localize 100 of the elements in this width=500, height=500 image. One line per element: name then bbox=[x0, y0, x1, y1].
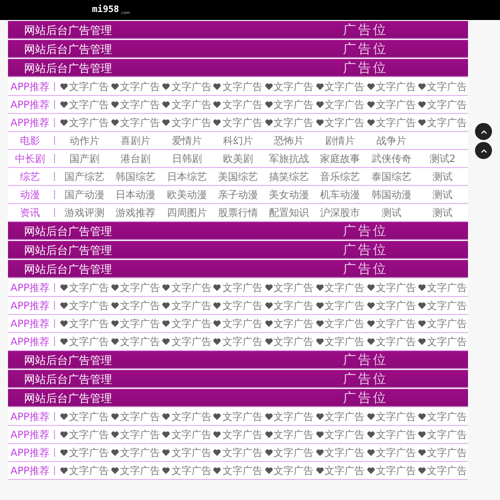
text-ad-link[interactable]: 文字广告 bbox=[366, 280, 417, 294]
text-ad-link[interactable]: 文字广告 bbox=[212, 464, 264, 478]
text-ad-link[interactable]: 文字广告 bbox=[264, 280, 315, 294]
text-ad-link[interactable]: 文字广告 bbox=[366, 334, 417, 348]
category-link[interactable]: 科幻片 bbox=[212, 134, 264, 148]
ad-banner[interactable]: 网站后台广告管理 广告位 bbox=[8, 370, 468, 388]
text-ad-link[interactable]: 文字广告 bbox=[314, 334, 366, 348]
category-link[interactable]: 音乐综艺 bbox=[314, 170, 366, 184]
category-link[interactable]: 美女动漫 bbox=[264, 188, 315, 202]
text-ad-link[interactable]: 文字广告 bbox=[212, 316, 264, 330]
text-ad-link[interactable]: 文字广告 bbox=[264, 464, 315, 478]
ad-banner[interactable]: 网站后台广告管理 广告位 bbox=[8, 59, 468, 77]
text-ad-link[interactable]: 文字广告 bbox=[161, 410, 212, 424]
text-ad-link[interactable]: 文字广告 bbox=[161, 316, 212, 330]
text-ad-link[interactable]: 文字广告 bbox=[314, 116, 366, 130]
text-ad-link[interactable]: 文字广告 bbox=[110, 80, 162, 94]
category-link[interactable]: 亲子动漫 bbox=[212, 188, 264, 202]
category-link[interactable]: 欧美动漫 bbox=[161, 188, 212, 202]
text-ad-link[interactable]: 文字广告 bbox=[416, 98, 468, 112]
text-ad-link[interactable]: 文字广告 bbox=[161, 280, 212, 294]
text-ad-link[interactable]: 文字广告 bbox=[314, 80, 366, 94]
category-link[interactable]: 测试 bbox=[416, 170, 468, 184]
category-link[interactable]: 四周图片 bbox=[161, 206, 212, 220]
category-link[interactable]: 武侠传奇 bbox=[366, 152, 417, 166]
text-ad-link[interactable]: 文字广告 bbox=[416, 298, 468, 312]
text-ad-link[interactable]: 文字广告 bbox=[264, 334, 315, 348]
text-ad-link[interactable]: 文字广告 bbox=[416, 410, 468, 424]
text-ad-link[interactable]: 文字广告 bbox=[366, 410, 417, 424]
text-ad-link[interactable]: 文字广告 bbox=[110, 280, 162, 294]
category-link[interactable]: 动作片 bbox=[59, 134, 110, 148]
category-link[interactable]: 测试2 bbox=[416, 152, 468, 166]
text-ad-link[interactable]: 文字广告 bbox=[366, 116, 417, 130]
category-link[interactable]: 韩国动漫 bbox=[366, 188, 417, 202]
text-ad-link[interactable]: 文字广告 bbox=[59, 98, 110, 112]
text-ad-link[interactable]: 文字广告 bbox=[314, 316, 366, 330]
category-link[interactable]: 游戏评测 bbox=[59, 206, 110, 220]
text-ad-link[interactable]: 文字广告 bbox=[416, 116, 468, 130]
text-ad-link[interactable]: 文字广告 bbox=[366, 98, 417, 112]
category-link[interactable]: 喜剧片 bbox=[110, 134, 162, 148]
category-link[interactable]: 股票行情 bbox=[212, 206, 264, 220]
text-ad-link[interactable]: 文字广告 bbox=[264, 98, 315, 112]
category-link[interactable]: 日韩剧 bbox=[161, 152, 212, 166]
text-ad-link[interactable]: 文字广告 bbox=[416, 464, 468, 478]
text-ad-link[interactable]: 文字广告 bbox=[314, 410, 366, 424]
text-ad-link[interactable]: 文字广告 bbox=[416, 428, 468, 442]
category-link[interactable]: 战争片 bbox=[366, 134, 417, 148]
text-ad-link[interactable]: 文字广告 bbox=[212, 410, 264, 424]
text-ad-link[interactable]: 文字广告 bbox=[416, 316, 468, 330]
category-link[interactable]: 配置知识 bbox=[264, 206, 315, 220]
category-link[interactable]: 搞笑综艺 bbox=[264, 170, 315, 184]
text-ad-link[interactable]: 文字广告 bbox=[212, 446, 264, 460]
text-ad-link[interactable]: 文字广告 bbox=[110, 298, 162, 312]
text-ad-link[interactable]: 文字广告 bbox=[416, 80, 468, 94]
text-ad-link[interactable]: 文字广告 bbox=[264, 410, 315, 424]
category-link[interactable]: 恐怖片 bbox=[264, 134, 315, 148]
text-ad-link[interactable]: 文字广告 bbox=[110, 334, 162, 348]
text-ad-link[interactable]: 文字广告 bbox=[366, 446, 417, 460]
text-ad-link[interactable]: 文字广告 bbox=[110, 446, 162, 460]
ad-banner[interactable]: 网站后台广告管理 广告位 bbox=[8, 260, 468, 278]
category-link[interactable]: 游戏推荐 bbox=[110, 206, 162, 220]
text-ad-link[interactable]: 文字广告 bbox=[264, 80, 315, 94]
text-ad-link[interactable]: 文字广告 bbox=[416, 446, 468, 460]
text-ad-link[interactable]: 文字广告 bbox=[59, 316, 110, 330]
category-link[interactable]: 国产综艺 bbox=[59, 170, 110, 184]
text-ad-link[interactable]: 文字广告 bbox=[161, 98, 212, 112]
category-link[interactable]: 国产剧 bbox=[59, 152, 110, 166]
category-link[interactable]: 港台剧 bbox=[110, 152, 162, 166]
category-link[interactable]: 测试 bbox=[366, 206, 417, 220]
text-ad-link[interactable]: 文字广告 bbox=[416, 280, 468, 294]
text-ad-link[interactable]: 文字广告 bbox=[110, 316, 162, 330]
text-ad-link[interactable]: 文字广告 bbox=[366, 298, 417, 312]
text-ad-link[interactable]: 文字广告 bbox=[161, 80, 212, 94]
text-ad-link[interactable]: 文字广告 bbox=[212, 334, 264, 348]
text-ad-link[interactable]: 文字广告 bbox=[110, 464, 162, 478]
text-ad-link[interactable]: 文字广告 bbox=[59, 280, 110, 294]
ad-banner[interactable]: 网站后台广告管理 广告位 bbox=[8, 222, 468, 240]
text-ad-link[interactable]: 文字广告 bbox=[212, 280, 264, 294]
category-link[interactable]: 沪深股市 bbox=[314, 206, 366, 220]
text-ad-link[interactable]: 文字广告 bbox=[59, 334, 110, 348]
category-link[interactable]: 测试 bbox=[416, 206, 468, 220]
text-ad-link[interactable]: 文字广告 bbox=[161, 334, 212, 348]
logo-text[interactable]: mi958 bbox=[92, 6, 120, 14]
text-ad-link[interactable]: 文字广告 bbox=[212, 428, 264, 442]
category-link[interactable]: 欧美剧 bbox=[212, 152, 264, 166]
text-ad-link[interactable]: 文字广告 bbox=[314, 464, 366, 478]
text-ad-link[interactable]: 文字广告 bbox=[59, 428, 110, 442]
category-link[interactable]: 机车动漫 bbox=[314, 188, 366, 202]
text-ad-link[interactable]: 文字广告 bbox=[161, 298, 212, 312]
text-ad-link[interactable]: 文字广告 bbox=[212, 116, 264, 130]
text-ad-link[interactable]: 文字广告 bbox=[59, 464, 110, 478]
text-ad-link[interactable]: 文字广告 bbox=[264, 428, 315, 442]
text-ad-link[interactable]: 文字广告 bbox=[264, 298, 315, 312]
ad-banner[interactable]: 网站后台广告管理 广告位 bbox=[8, 241, 468, 259]
text-ad-link[interactable]: 文字广告 bbox=[161, 446, 212, 460]
category-link[interactable]: 剧情片 bbox=[314, 134, 366, 148]
category-link[interactable]: 日本动漫 bbox=[110, 188, 162, 202]
text-ad-link[interactable]: 文字广告 bbox=[161, 464, 212, 478]
text-ad-link[interactable]: 文字广告 bbox=[59, 298, 110, 312]
text-ad-link[interactable]: 文字广告 bbox=[416, 334, 468, 348]
category-link[interactable]: 日本综艺 bbox=[161, 170, 212, 184]
